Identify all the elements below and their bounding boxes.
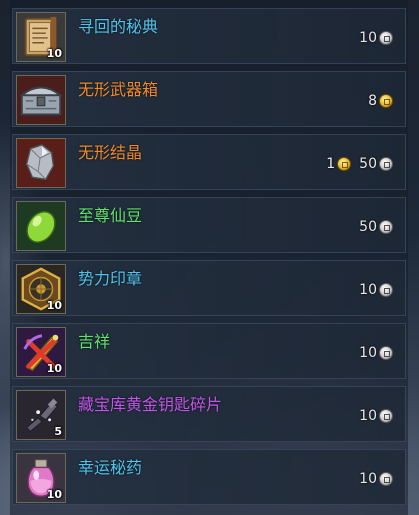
shop-item-row[interactable]: 5 藏宝库黄金钥匙碎片 10 <box>12 386 406 442</box>
shop-item-row[interactable]: 10 寻回的秘典 10 <box>12 8 406 64</box>
silver-coin-icon <box>379 220 393 234</box>
item-price: 1 50 <box>326 155 393 173</box>
shop-item-row[interactable]: 无形结晶 1 50 <box>12 134 406 190</box>
item-slot[interactable]: 5 <box>16 390 66 440</box>
item-slot[interactable]: 10 <box>16 453 66 503</box>
price-amount: 8 <box>368 93 377 109</box>
price-amount: 10 <box>359 345 377 361</box>
item-price: 50 <box>359 218 393 236</box>
silver-coin-icon <box>379 409 393 423</box>
shop-item-row[interactable]: 10 幸运秘药 10 <box>12 449 406 505</box>
item-slot[interactable] <box>16 138 66 188</box>
item-price: 10 <box>359 281 393 299</box>
price-amount: 50 <box>359 219 377 235</box>
silver-coin-icon <box>379 157 393 171</box>
green-bean-icon <box>17 202 65 250</box>
item-slot[interactable]: 10 <box>16 264 66 314</box>
item-quantity: 10 <box>46 488 62 501</box>
item-price: 10 <box>359 470 393 488</box>
price-amount: 10 <box>359 30 377 46</box>
shop-item-row[interactable]: 10 势力印章 10 <box>12 260 406 316</box>
silver-coin-icon <box>379 346 393 360</box>
item-price: 10 <box>359 407 393 425</box>
price-amount: 10 <box>359 282 377 298</box>
gold-coin-icon <box>379 94 393 108</box>
item-slot[interactable]: 10 <box>16 327 66 377</box>
shop-item-list: 10 寻回的秘典 10 无形武器箱 8 无形结晶 1 50 至尊仙豆 50 10… <box>12 8 406 512</box>
gold-coin-icon <box>337 157 352 171</box>
silver-coin-icon <box>379 31 393 45</box>
item-name: 至尊仙豆 <box>78 206 143 225</box>
item-name: 藏宝库黄金钥匙碎片 <box>78 395 223 414</box>
item-name: 幸运秘药 <box>78 458 143 477</box>
item-slot[interactable] <box>16 75 66 125</box>
item-quantity: 10 <box>46 362 62 375</box>
price-amount: 10 <box>359 471 377 487</box>
price-amount: 50 <box>359 156 377 172</box>
price-amount: 1 <box>326 156 336 172</box>
shop-item-row[interactable]: 无形武器箱 8 <box>12 71 406 127</box>
item-slot[interactable] <box>16 201 66 251</box>
item-price: 10 <box>359 29 393 47</box>
silver-coin-icon <box>379 283 393 297</box>
weapon-chest-icon <box>17 76 65 124</box>
item-quantity: 5 <box>54 425 62 438</box>
item-name: 寻回的秘典 <box>78 17 159 36</box>
price-amount: 10 <box>359 408 377 424</box>
silver-coin-icon <box>379 472 393 486</box>
item-slot[interactable]: 10 <box>16 12 66 62</box>
item-name: 吉祥 <box>78 332 111 351</box>
item-name: 势力印章 <box>78 269 143 288</box>
item-name: 无形武器箱 <box>78 80 159 99</box>
item-quantity: 10 <box>46 47 62 60</box>
item-price: 10 <box>359 344 393 362</box>
item-price: 8 <box>368 92 393 110</box>
item-name: 无形结晶 <box>78 143 143 162</box>
shop-item-row[interactable]: 至尊仙豆 50 <box>12 197 406 253</box>
item-quantity: 10 <box>46 299 62 312</box>
crystal-icon <box>17 139 65 187</box>
shop-item-row[interactable]: 10 吉祥 10 <box>12 323 406 379</box>
